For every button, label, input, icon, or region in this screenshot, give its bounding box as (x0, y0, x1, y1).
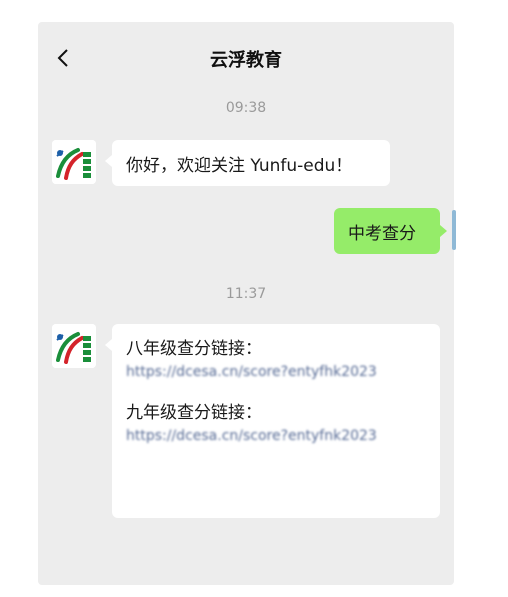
chat-header: 云浮教育 (38, 22, 454, 94)
grade8-label: 八年级查分链接： (126, 339, 262, 359)
grade8-link[interactable]: https://dcesa.cn/score?entyfhk2023 (126, 362, 426, 382)
message-text: 你好，欢迎关注 Yunfu-edu！ (126, 156, 353, 176)
grade9-link[interactable]: https://dcesa.cn/score?entyfnk2023 (126, 426, 426, 446)
message-text: 中考查分 (348, 224, 416, 244)
user-avatar-edge (452, 210, 456, 250)
message-bubble-welcome[interactable]: 你好，欢迎关注 Yunfu-edu！ (112, 140, 390, 186)
bubble-tail (105, 339, 112, 351)
yunfu-logo-icon (52, 324, 96, 368)
timestamp: 09:38 (225, 100, 267, 116)
grade9-label: 九年级查分链接： (126, 403, 262, 423)
account-avatar[interactable] (52, 140, 96, 184)
message-bubble-user[interactable]: 中考查分 (334, 208, 440, 254)
bubble-tail (105, 155, 112, 167)
chat-title: 云浮教育 (210, 50, 282, 71)
message-bubble-links[interactable]: 八年级查分链接： https://dcesa.cn/score?entyfhk2… (112, 324, 440, 518)
chat-window: 云浮教育 09:38 你好，欢迎关注 Yunfu-edu！ 中考查分 11:37 (38, 22, 454, 585)
timestamp: 11:37 (225, 286, 267, 302)
bubble-tail (440, 225, 447, 237)
account-avatar[interactable] (52, 324, 96, 368)
yunfu-logo-icon (52, 140, 96, 184)
